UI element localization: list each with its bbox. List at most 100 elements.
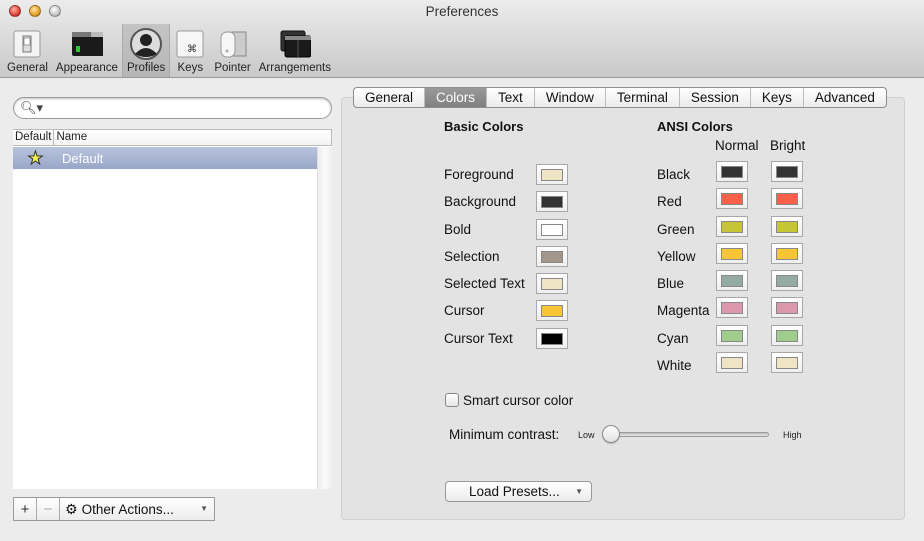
ansi-colors-heading: ANSI Colors	[657, 119, 733, 134]
basic-colors-heading: Basic Colors	[444, 119, 524, 134]
color-swatch	[721, 220, 743, 233]
toolbar-appearance[interactable]: Appearance	[52, 24, 122, 77]
color-well-blue-normal[interactable]	[716, 270, 748, 291]
color-well-white-bright[interactable]	[771, 352, 803, 373]
min-contrast-slider-knob[interactable]	[602, 425, 620, 443]
color-well-cursor[interactable]	[536, 300, 568, 321]
color-well-red-normal[interactable]	[716, 188, 748, 209]
colors-panel	[341, 97, 905, 520]
color-well-cyan-bright[interactable]	[771, 325, 803, 346]
color-swatch	[541, 223, 563, 236]
table-row[interactable]: ★ Default	[13, 147, 317, 169]
color-well-background[interactable]	[536, 191, 568, 212]
basic-color-label: Bold	[444, 222, 472, 237]
color-swatch	[721, 356, 743, 369]
color-swatch	[721, 192, 743, 205]
color-swatch	[776, 274, 798, 287]
ansi-color-label: Cyan	[657, 331, 689, 346]
basic-color-label: Selected Text	[444, 276, 525, 291]
tab-colors[interactable]: Colors	[425, 88, 488, 107]
tab-session[interactable]: Session	[680, 88, 751, 107]
color-swatch	[541, 195, 563, 208]
ansi-color-label: Green	[657, 222, 695, 237]
basic-color-label: Foreground	[444, 167, 514, 182]
color-well-red-bright[interactable]	[771, 188, 803, 209]
chevron-down-icon: ▼	[200, 504, 208, 513]
load-presets-button[interactable]: Load Presets... ▼	[445, 481, 592, 502]
profile-actions-bar: + − ⚙ Other Actions... ▼	[13, 497, 215, 521]
color-swatch	[776, 220, 798, 233]
toolbar-pointer[interactable]: Pointer	[210, 24, 254, 77]
profile-tabs: General Colors Text Window Terminal Sess…	[353, 87, 887, 108]
remove-profile-button[interactable]: −	[37, 498, 60, 520]
ansi-color-label: Black	[657, 167, 691, 182]
profiles-table: Default Name ★ Default	[13, 129, 332, 489]
basic-color-label: Background	[444, 194, 517, 209]
color-well-magenta-normal[interactable]	[716, 297, 748, 318]
color-well-cursor-text[interactable]	[536, 328, 568, 349]
ansi-color-label: Red	[657, 194, 682, 209]
scrollbar[interactable]	[317, 147, 332, 489]
color-swatch	[721, 165, 743, 178]
star-icon: ★	[27, 147, 44, 168]
profile-name: Default	[62, 150, 104, 166]
add-profile-button[interactable]: +	[14, 498, 37, 520]
ansi-color-label: Magenta	[657, 303, 710, 318]
color-well-selected-text[interactable]	[536, 273, 568, 294]
color-well-green-normal[interactable]	[716, 216, 748, 237]
other-actions-menu[interactable]: ⚙ Other Actions... ▼	[60, 498, 214, 520]
other-actions-label: Other Actions...	[81, 501, 174, 517]
tab-text[interactable]: Text	[487, 88, 535, 107]
svg-text:⌘: ⌘	[187, 44, 197, 55]
color-well-magenta-bright[interactable]	[771, 297, 803, 318]
color-swatch	[541, 250, 563, 263]
color-swatch	[776, 192, 798, 205]
color-swatch	[721, 247, 743, 260]
color-swatch	[776, 329, 798, 342]
ansi-color-label: White	[657, 358, 692, 373]
color-well-yellow-bright[interactable]	[771, 243, 803, 264]
color-well-yellow-normal[interactable]	[716, 243, 748, 264]
chevron-down-icon: ▼	[575, 487, 583, 496]
toolbar: General Appearance Profiles ⌘ Keys Point…	[3, 24, 335, 77]
window-arrangement-icon	[279, 28, 311, 60]
column-header-name[interactable]: Name	[54, 130, 332, 145]
search-icon: 🔍︎▾	[20, 100, 44, 115]
user-silhouette-icon	[130, 28, 163, 60]
ansi-color-label: Blue	[657, 276, 685, 291]
basic-color-label: Selection	[444, 249, 500, 264]
table-header: Default Name	[13, 130, 332, 146]
min-contrast-slider[interactable]	[604, 432, 769, 437]
color-well-selection[interactable]	[536, 246, 568, 267]
gear-icon: ⚙	[65, 500, 78, 517]
toolbar-general[interactable]: General	[3, 24, 52, 77]
tab-advanced[interactable]: Advanced	[804, 88, 886, 107]
color-well-black-bright[interactable]	[771, 161, 803, 182]
tab-keys[interactable]: Keys	[751, 88, 804, 107]
toolbar-arrangements[interactable]: Arrangements	[255, 24, 335, 77]
color-well-white-normal[interactable]	[716, 352, 748, 373]
color-well-foreground[interactable]	[536, 164, 568, 185]
color-well-bold[interactable]	[536, 219, 568, 240]
color-swatch	[776, 165, 798, 178]
profile-search-input[interactable]: 🔍︎▾	[13, 97, 332, 119]
column-header-default[interactable]: Default	[13, 130, 55, 145]
smart-cursor-label: Smart cursor color	[463, 393, 574, 408]
color-swatch	[541, 304, 563, 317]
toolbar-keys[interactable]: ⌘ Keys	[170, 24, 210, 77]
tab-terminal[interactable]: Terminal	[606, 88, 680, 107]
tab-general[interactable]: General	[354, 88, 426, 107]
color-swatch	[776, 301, 798, 314]
color-well-black-normal[interactable]	[716, 161, 748, 182]
color-well-cyan-normal[interactable]	[716, 325, 748, 346]
tab-window[interactable]: Window	[535, 88, 606, 107]
color-well-green-bright[interactable]	[771, 216, 803, 237]
toolbar-profiles[interactable]: Profiles	[121, 24, 171, 77]
contrast-low-label: Low	[578, 430, 595, 440]
bright-column-label: Bright	[770, 138, 806, 153]
min-contrast-label: Minimum contrast:	[449, 427, 560, 442]
color-well-blue-bright[interactable]	[771, 270, 803, 291]
color-swatch	[721, 301, 743, 314]
basic-color-label: Cursor	[444, 303, 485, 318]
smart-cursor-checkbox[interactable]	[445, 393, 459, 407]
